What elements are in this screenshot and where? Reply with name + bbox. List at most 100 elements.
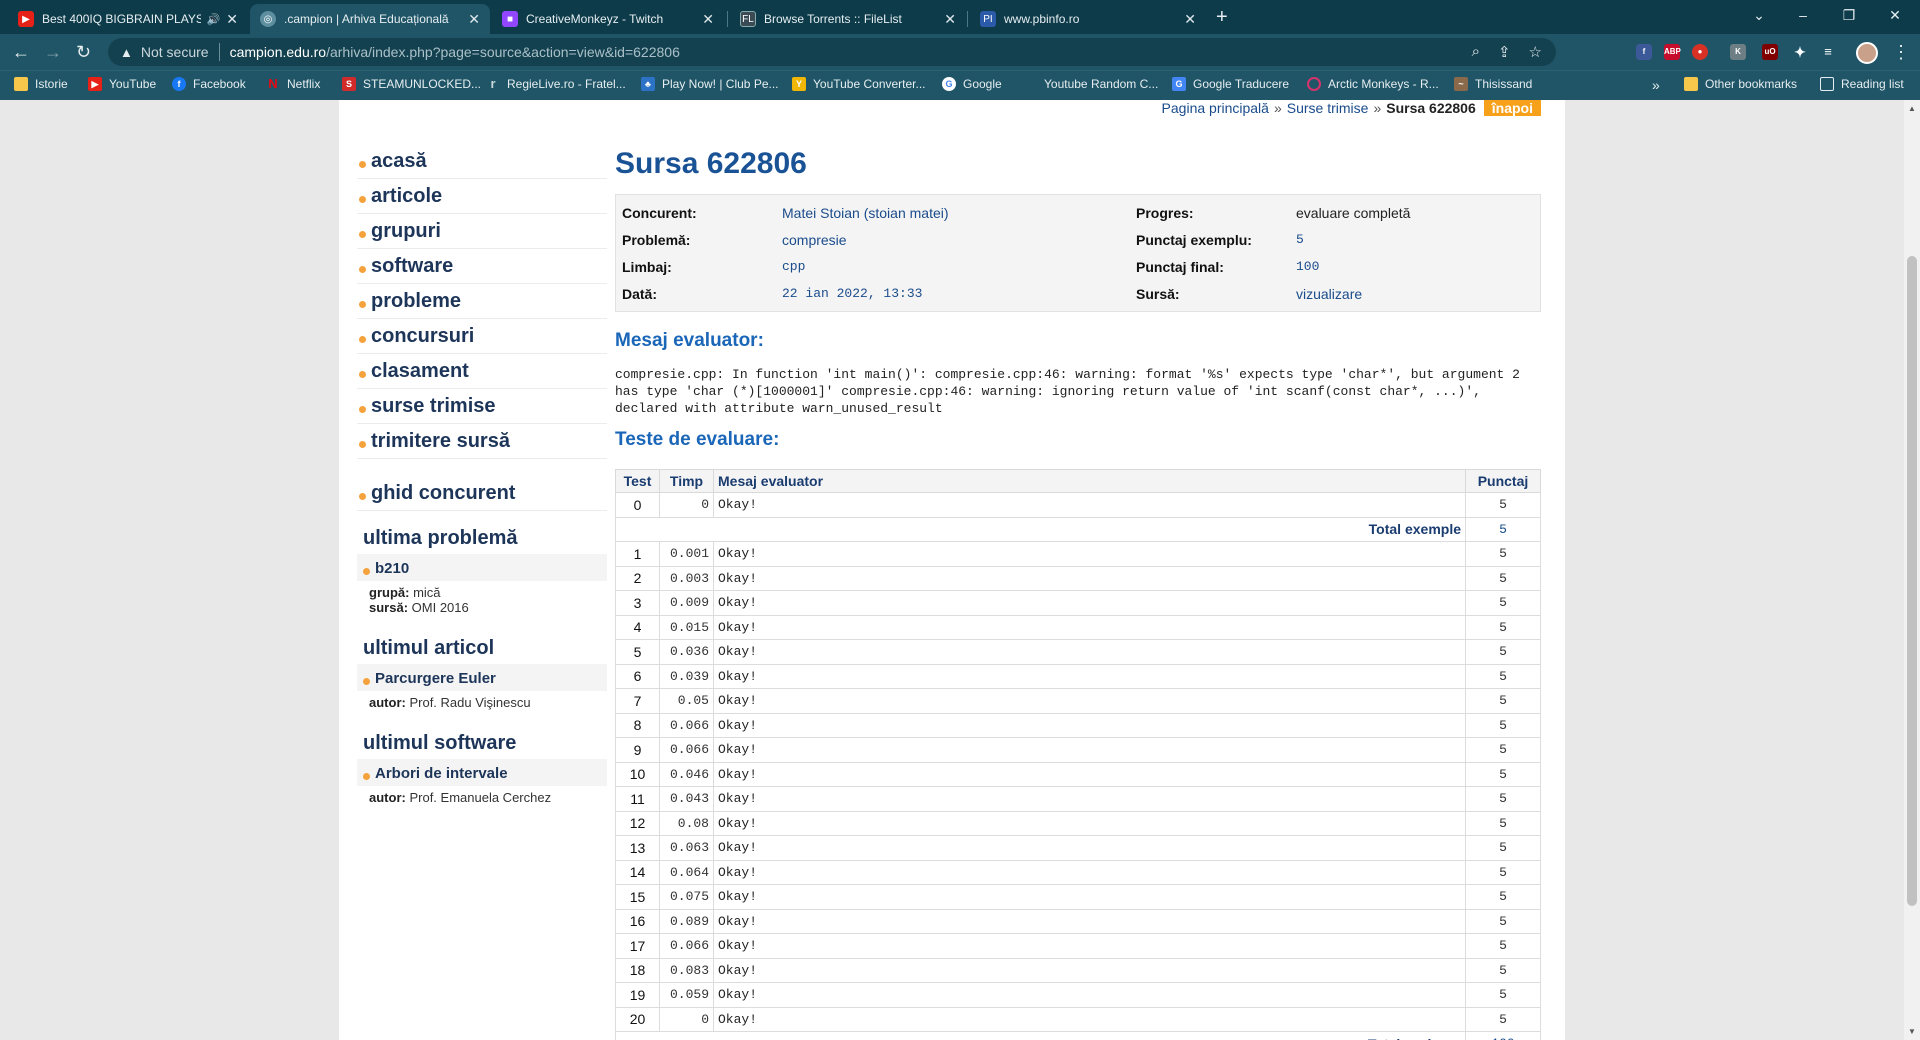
scroll-up-arrow-icon[interactable]: ▲ xyxy=(1908,104,1916,113)
filelist-icon: FL xyxy=(740,11,756,27)
sidebar-item-acasa[interactable]: acasă xyxy=(357,144,607,179)
sidebar-item-grupuri[interactable]: grupuri xyxy=(357,214,607,249)
close-window-button[interactable]: ✕ xyxy=(1872,4,1918,26)
info-label: Punctaj final: xyxy=(1136,258,1224,275)
breadcrumb-sources[interactable]: Surse trimise xyxy=(1287,100,1369,116)
close-tab-icon[interactable]: ✕ xyxy=(226,11,238,28)
last-problem-link[interactable]: b210 xyxy=(357,554,607,581)
bookmark-youtube[interactable]: ▶ YouTube xyxy=(88,77,156,91)
sidebar-item-concursuri[interactable]: concursuri xyxy=(357,319,607,354)
reading-mode-icon[interactable]: ≡ xyxy=(1820,44,1836,60)
bullet-icon xyxy=(359,405,366,413)
test-time: 0.046 xyxy=(659,761,714,787)
profile-avatar[interactable] xyxy=(1856,42,1878,64)
page-scrollbar[interactable]: ▲ ▼ xyxy=(1904,100,1920,1040)
close-tab-icon[interactable]: ✕ xyxy=(702,11,714,28)
last-software-link[interactable]: Arbori de intervale xyxy=(357,759,607,786)
contestant-link[interactable]: Matei Stoian (stoian matei) xyxy=(782,205,1136,221)
bookmarks-overflow-button[interactable]: » xyxy=(1652,77,1660,93)
other-bookmarks[interactable]: Other bookmarks xyxy=(1684,77,1797,91)
back-arrow-icon[interactable]: ← xyxy=(12,41,30,63)
adblock-plus-icon[interactable]: ABP xyxy=(1664,44,1681,60)
table-row: 13 0.063 Okay! 5 xyxy=(615,835,1541,861)
test-score: 5 xyxy=(1465,810,1541,836)
sidebar-item-software[interactable]: software xyxy=(357,249,607,284)
scroll-down-arrow-icon[interactable]: ▼ xyxy=(1908,1027,1916,1036)
tab-filelist[interactable]: FL Browse Torrents :: FileList ✕ xyxy=(730,4,966,34)
bookmark-club-penguin[interactable]: ♣ Play Now! | Club Pe... xyxy=(641,77,779,91)
test-time: 0.066 xyxy=(659,933,714,959)
close-tab-icon[interactable]: ✕ xyxy=(1184,11,1196,28)
google-icon: G xyxy=(942,77,956,91)
bookmark-star-icon[interactable]: ☆ xyxy=(1529,43,1542,61)
bookmark-google-traducere[interactable]: G Google Traducere xyxy=(1172,77,1289,91)
forward-arrow-icon[interactable]: → xyxy=(44,41,62,63)
sidebar-item-probleme[interactable]: probleme xyxy=(357,284,607,319)
extension-icon[interactable]: K xyxy=(1730,44,1746,60)
tab-twitch[interactable]: ■ CreativeMonkeyz - Twitch ✕ xyxy=(492,4,724,34)
new-tab-button[interactable]: + xyxy=(1216,6,1228,29)
zoom-icon[interactable]: ⌕ xyxy=(1472,43,1480,61)
sidebar-item-ghid-concurent[interactable]: ghid concurent xyxy=(357,476,607,511)
back-button[interactable]: înapoi xyxy=(1483,100,1541,116)
test-score: 5 xyxy=(1465,859,1541,885)
maximize-button[interactable]: ❐ xyxy=(1826,4,1872,26)
reload-icon[interactable]: ↻ xyxy=(76,41,91,63)
share-icon[interactable]: ⇪ xyxy=(1498,43,1511,61)
tab-title: CreativeMonkeyz - Twitch xyxy=(526,12,664,26)
regielive-icon: r xyxy=(490,76,496,91)
reading-list[interactable]: Reading list xyxy=(1820,77,1904,91)
tab-separator xyxy=(967,11,968,27)
sidebar-item-surse-trimise[interactable]: surse trimise xyxy=(357,389,607,424)
bookmark-google[interactable]: G Google xyxy=(942,77,1002,91)
tab-youtube[interactable]: ▶ Best 400IQ BIGBRAIN PLAYS 🔊 ✕ xyxy=(8,4,248,34)
last-article-box: Parcurgere Euler autor: Prof. Radu Vişin… xyxy=(357,664,607,716)
breadcrumb-home[interactable]: Pagina principală xyxy=(1162,100,1269,116)
facebook-extension-icon[interactable]: f xyxy=(1636,44,1652,60)
bookmark-steamunlocked[interactable]: S STEAMUNLOCKED... xyxy=(342,77,481,91)
menu-kebab-icon[interactable]: ⋮ xyxy=(1892,41,1910,63)
browser-toolbar: ← → ↻ ▲ Not secure campion.edu.ro/arhiva… xyxy=(0,34,1920,70)
bookmark-thisissand[interactable]: ~ Thisissand xyxy=(1454,77,1532,91)
close-tab-icon[interactable]: ✕ xyxy=(944,11,956,28)
ublock-origin-icon[interactable]: uO xyxy=(1762,44,1778,60)
minimize-button[interactable]: – xyxy=(1780,4,1826,26)
tab-campion[interactable]: ◎ .campion | Arhiva Educațională ✕ xyxy=(250,4,490,34)
view-source-link[interactable]: vizualizare xyxy=(1296,286,1362,302)
test-number: 4 xyxy=(615,614,660,640)
bookmark-netflix[interactable]: N Netflix xyxy=(266,77,320,92)
tab-search-icon[interactable]: ⌄ xyxy=(1736,4,1782,26)
bookmark-arctic-monkeys[interactable]: Arctic Monkeys - R... xyxy=(1307,77,1439,91)
bookmark-label: YouTube xyxy=(109,77,157,91)
sidebar-item-trimitere-sursa[interactable]: trimitere sursă xyxy=(357,424,607,459)
bookmark-istorie[interactable]: Istorie xyxy=(14,77,68,91)
bookmark-facebook[interactable]: f Facebook xyxy=(172,77,246,91)
last-article-link[interactable]: Parcurgere Euler xyxy=(357,664,607,691)
thisissand-icon: ~ xyxy=(1454,77,1468,91)
bookmark-youtube-converter[interactable]: Y YouTube Converter... xyxy=(792,77,926,91)
not-secure-label[interactable]: Not secure xyxy=(141,44,209,60)
table-row: 0 0 Okay! 5 xyxy=(615,492,1541,518)
sidebar-item-articole[interactable]: articole xyxy=(357,179,607,214)
bullet-icon xyxy=(359,230,366,238)
tab-title: Browse Torrents :: FileList xyxy=(764,12,902,26)
table-row: 17 0.066 Okay! 5 xyxy=(615,933,1541,959)
test-number: 2 xyxy=(615,565,660,591)
table-row: 19 0.059 Okay! 5 xyxy=(615,982,1541,1008)
column-header-mesaj: Mesaj evaluator xyxy=(713,469,1466,493)
test-score: 5 xyxy=(1465,614,1541,640)
tab-pbinfo[interactable]: PI www.pbinfo.ro ✕ xyxy=(970,4,1206,34)
total-examples-row-value: 5 xyxy=(1465,516,1541,542)
youtube-icon: ▶ xyxy=(18,11,34,27)
puzzle-extensions-icon[interactable]: ✦ xyxy=(1792,44,1808,60)
chrome-extension-icon[interactable]: ● xyxy=(1692,44,1708,60)
speaker-icon[interactable]: 🔊 xyxy=(207,13,221,26)
problem-link[interactable]: compresie xyxy=(782,232,1136,248)
bookmark-youtube-random[interactable]: Youtube Random C... xyxy=(1044,77,1158,91)
sidebar-item-clasament[interactable]: clasament xyxy=(357,354,607,389)
close-tab-icon[interactable]: ✕ xyxy=(468,11,480,28)
address-bar[interactable]: ▲ Not secure campion.edu.ro/arhiva/index… xyxy=(108,38,1556,66)
column-header-timp: Timp xyxy=(659,469,714,493)
scrollbar-thumb[interactable] xyxy=(1907,256,1917,906)
bookmark-regielive[interactable]: r RegieLive.ro - Fratel... xyxy=(486,76,625,92)
